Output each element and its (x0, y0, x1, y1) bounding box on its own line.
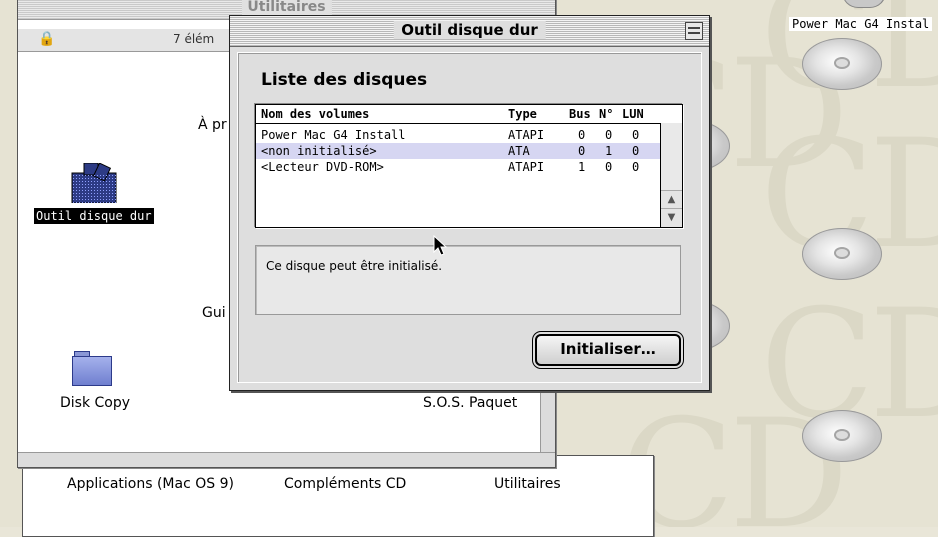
collapse-box-icon[interactable] (685, 22, 703, 40)
dialog-title: Outil disque dur (393, 21, 546, 39)
disk-name: <Lecteur DVD-ROM> (261, 160, 384, 174)
column-header-bus[interactable]: Bus (569, 107, 591, 121)
disk-name: <non initialisé> (261, 144, 377, 158)
disk-copy-label[interactable]: Disk Copy (60, 395, 130, 411)
disk-number: 0 (605, 128, 613, 142)
disk-bus: 1 (578, 160, 586, 174)
finder-window-title: Utilitaires (241, 0, 332, 15)
disk-type: ATAPI (508, 128, 545, 142)
disk-info-box: Ce disque peut être initialisé. (255, 245, 681, 315)
disk-row-selected[interactable]: <non initialisé> ATA 0 1 0 (256, 143, 660, 159)
finder-item-count: 7 élém (173, 32, 215, 46)
disk-lun: 0 (632, 144, 640, 158)
disk-list-header: Nom des volumes Type Bus N° LUN (256, 105, 682, 124)
sos-paquet-label[interactable]: S.O.S. Paquet (423, 395, 517, 411)
disk-lun: 0 (632, 128, 640, 142)
folder-label-complements[interactable]: Compléments CD (284, 476, 406, 492)
folder-label-utilitaires[interactable]: Utilitaires (494, 476, 561, 492)
lock-icon: 🔒 (38, 31, 56, 47)
disk-list-heading: Liste des disques (261, 70, 428, 90)
scroll-up-arrow-icon[interactable]: ▲ (661, 190, 682, 209)
column-header-number[interactable]: N° (599, 107, 613, 121)
disk-number: 0 (605, 160, 613, 174)
finder-item-partial-guide[interactable]: Gui (202, 305, 226, 321)
initialize-button[interactable]: Initialiser… (535, 334, 681, 366)
dialog-title-bar[interactable]: Outil disque dur (230, 16, 709, 47)
disk-row[interactable]: <Lecteur DVD-ROM> ATAPI 1 0 0 (256, 159, 660, 175)
disk-utility-window: Outil disque dur Liste des disques Nom d… (229, 15, 710, 391)
disk-type: ATAPI (508, 160, 545, 174)
disk-bus: 0 (578, 144, 586, 158)
finder-horizontal-scrollbar[interactable] (18, 452, 555, 467)
disk-number: 1 (605, 144, 613, 158)
column-header-name[interactable]: Nom des volumes (261, 107, 369, 121)
cd-disc-icon (802, 410, 882, 462)
scroll-down-arrow-icon[interactable]: ▼ (661, 208, 682, 227)
disk-utility-label[interactable]: Outil disque dur (34, 208, 154, 224)
disk-lun: 0 (632, 160, 640, 174)
cd-disc-icon (802, 228, 882, 280)
disk-list[interactable]: Nom des volumes Type Bus N° LUN Power Ma… (255, 104, 683, 228)
disk-info-text: Ce disque peut être initialisé. (266, 259, 443, 273)
disk-row[interactable]: Power Mac G4 Install ATAPI 0 0 0 (256, 127, 660, 143)
disk-type: ATA (508, 144, 530, 158)
finder-item-partial-a-propos[interactable]: À pr (198, 117, 227, 133)
folder-icon[interactable] (72, 351, 112, 386)
desktop-disk-label[interactable]: Power Mac G4 Instal (789, 17, 933, 31)
mouse-cursor-icon (433, 235, 448, 256)
disk-name: Power Mac G4 Install (261, 128, 406, 142)
column-header-lun[interactable]: LUN (622, 107, 644, 121)
column-header-type[interactable]: Type (508, 107, 537, 121)
disk-list-scrollbar[interactable]: ▲ ▼ (660, 123, 682, 227)
cd-disc-icon (802, 38, 882, 90)
disk-bus: 0 (578, 128, 586, 142)
disk-utility-icon[interactable] (70, 162, 118, 204)
folder-label-applications[interactable]: Applications (Mac OS 9) (67, 476, 234, 492)
